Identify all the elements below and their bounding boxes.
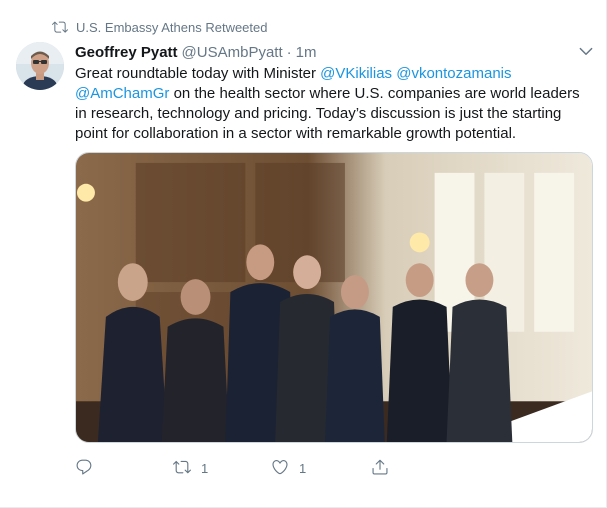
text-segment: Great roundtable today with Minister bbox=[75, 65, 321, 82]
share-icon bbox=[371, 458, 389, 479]
retweet-count: 1 bbox=[201, 460, 209, 476]
retweet-context-label: U.S. Embassy Athens Retweeted bbox=[76, 19, 268, 35]
retweet-icon bbox=[52, 19, 68, 35]
retweet-context[interactable]: U.S. Embassy Athens Retweeted bbox=[52, 18, 267, 36]
separator-dot: · bbox=[286, 43, 292, 61]
avatar-photo bbox=[16, 42, 64, 90]
tweet-media-photo[interactable] bbox=[75, 152, 593, 443]
reply-button[interactable] bbox=[75, 458, 103, 478]
tweet-text: Great roundtable today with Minister @VK… bbox=[75, 64, 595, 144]
mention-link-vkontozamanis[interactable]: @vkontozamanis bbox=[396, 65, 511, 82]
like-button[interactable]: 1 bbox=[271, 458, 306, 478]
author-handle[interactable]: @USAmbPyatt bbox=[182, 44, 283, 61]
mention-link-amchamgr[interactable]: @AmChamGr bbox=[75, 85, 169, 102]
author-name[interactable]: Geoffrey Pyatt bbox=[75, 44, 178, 61]
heart-icon bbox=[271, 458, 289, 479]
share-button[interactable] bbox=[371, 458, 399, 478]
tweet-actions: 1 1 bbox=[75, 458, 455, 478]
photo-group-icon bbox=[76, 153, 592, 442]
tweet-header: Geoffrey Pyatt @USAmbPyatt · 1m bbox=[75, 42, 316, 62]
reply-icon bbox=[75, 458, 93, 479]
tweet-card[interactable]: U.S. Embassy Athens Retweeted Geoffrey P… bbox=[0, 0, 607, 508]
timestamp-link[interactable]: 1m bbox=[296, 44, 317, 61]
retweet-icon bbox=[173, 458, 191, 479]
avatar[interactable] bbox=[16, 42, 64, 90]
retweet-button[interactable]: 1 bbox=[173, 458, 208, 478]
mention-link-vkikilias[interactable]: @VKikilias bbox=[320, 65, 392, 82]
more-options-chevron-down-icon[interactable] bbox=[577, 42, 595, 60]
like-count: 1 bbox=[299, 460, 307, 476]
